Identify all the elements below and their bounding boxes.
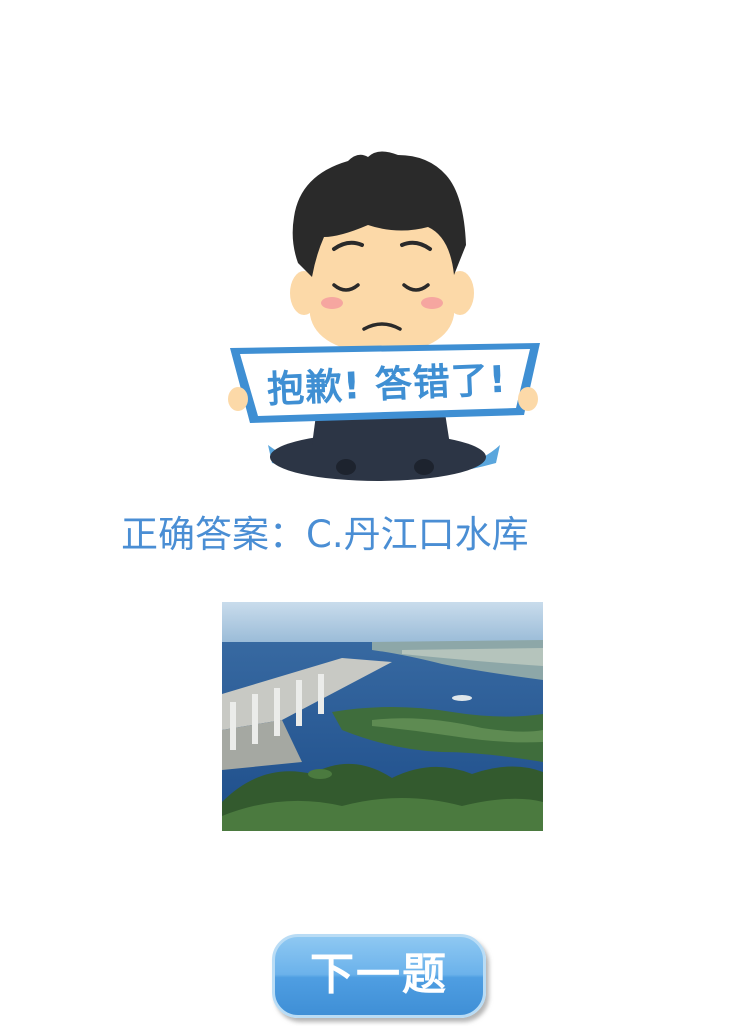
quiz-result-page: 抱歉! 答错了! 正确答案：C.丹江口水库 下一题 — [0, 0, 750, 1026]
next-question-button[interactable]: 下一题 — [272, 934, 486, 1018]
dam-reservoir-photo — [222, 602, 543, 831]
sad-mascot-illustration — [228, 145, 540, 490]
correct-answer-text: 正确答案：C.丹江口水库 — [121, 513, 529, 556]
